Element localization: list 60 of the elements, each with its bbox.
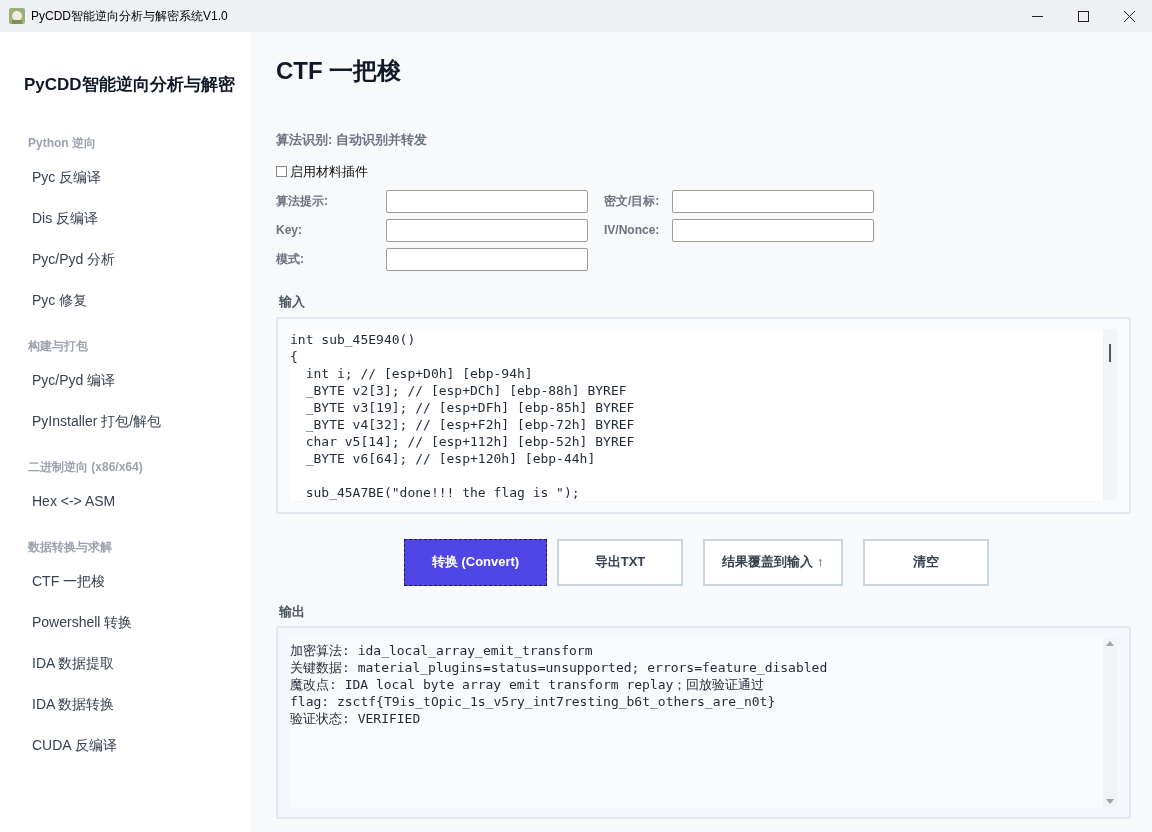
input-field[interactable] — [386, 248, 588, 271]
code-line: 魔改点: IDA local byte array emit transform replay；回放验证通过 — [290, 676, 766, 693]
field-label: 算法提示: — [276, 193, 329, 210]
sidebar-item[interactable]: IDA 数据提取 — [20, 646, 230, 680]
code-line: _BYTE v2[3]; // [esp+DCh] [ebp-88h] BYREF — [304, 381, 628, 399]
code-line: int sub_45E940() — [290, 330, 417, 348]
code-line: _BYTE v3[19]; // [esp+DFh] [ebp-85h] BYREF — [304, 398, 636, 416]
section-heading: 构建与打包 — [28, 337, 89, 355]
sidebar-item[interactable]: Pyc 反编译 — [20, 160, 230, 194]
sidebar-item[interactable]: Pyc/Pyd 分析 — [20, 242, 230, 276]
code-line: 验证状态: VERIFIED — [290, 710, 422, 727]
code-line: 关键数据: material_plugins=status=unsupported; errors=feature_disabled — [290, 659, 829, 676]
input-field[interactable] — [386, 219, 588, 242]
app-icon — [9, 8, 25, 24]
field-label: IV/Nonce: — [604, 222, 661, 239]
action-button[interactable]: 转换 (Convert) — [404, 538, 547, 586]
field-label: Key: — [276, 222, 303, 239]
scroll-down-icon[interactable] — [1106, 799, 1114, 805]
checkbox-label: 启用材料插件 — [290, 162, 368, 181]
checkbox[interactable] — [276, 165, 287, 177]
sidebar-item[interactable]: CTF 一把梭 — [20, 564, 230, 598]
sidebar-title: PyCDD智能逆向分析与解密 — [24, 74, 236, 96]
code-line: int i; // [esp+D0h] [ebp-94h] — [304, 364, 534, 382]
field-label: 模式: — [276, 251, 305, 268]
field-label: 密文/目标: — [604, 193, 661, 210]
action-button[interactable]: 清空 — [863, 538, 989, 586]
sidebar-item[interactable]: Dis 反编译 — [20, 201, 230, 235]
section-heading: 二进制逆向 (x86/x64) — [28, 458, 144, 476]
input-field[interactable] — [672, 219, 874, 242]
scrollbar[interactable] — [1103, 638, 1117, 807]
sidebar-item[interactable]: IDA 数据转换 — [20, 687, 230, 721]
section-heading: 数据转换与求解 — [28, 538, 113, 556]
section-label: 输出 — [279, 602, 306, 621]
scroll-up-icon[interactable] — [1106, 640, 1114, 646]
maximize-icon — [1077, 10, 1089, 22]
sidebar-item[interactable]: CUDA 反编译 — [20, 728, 230, 762]
input-field[interactable] — [386, 190, 588, 213]
sidebar-item[interactable]: PyInstaller 打包/解包 — [20, 404, 230, 438]
section-label: 输入 — [279, 293, 306, 311]
code-line: 加密算法: ida_local_array_emit_transform — [290, 642, 594, 659]
action-button[interactable]: 结果覆盖到输入 ↑ — [703, 538, 843, 586]
action-button[interactable]: 导出TXT — [557, 538, 683, 586]
code-line: _BYTE v6[64]; // [esp+120h] [ebp-44h] — [304, 449, 597, 467]
close-icon — [1123, 10, 1135, 22]
input-field[interactable] — [672, 190, 874, 213]
sidebar-item[interactable]: Pyc/Pyd 编译 — [20, 363, 230, 397]
scroll-thumb[interactable] — [1109, 343, 1111, 362]
window-title: PyCDD智能逆向分析与解密系统V1.0 — [31, 8, 228, 25]
sidebar-item[interactable]: Hex <-> ASM — [20, 484, 230, 518]
detection-label: 算法识别: 自动识别并转发 — [276, 131, 428, 149]
sidebar-item[interactable]: Pyc 修复 — [20, 283, 230, 317]
code-line: _BYTE v4[32]; // [esp+F2h] [ebp-72h] BYREF — [304, 415, 636, 433]
code-line: char v5[14]; // [esp+112h] [ebp-52h] BYREF — [304, 432, 636, 450]
sidebar-item[interactable]: Powershell 转换 — [20, 605, 230, 639]
code-line: { — [290, 347, 299, 365]
scrollbar[interactable] — [1103, 328, 1117, 500]
section-heading: Python 逆向 — [28, 134, 97, 152]
page-title: CTF 一把梭 — [276, 56, 403, 86]
code-line: flag: zsctf{T9is_tOpic_1s_v5ry_int7resting_b6t_others_are_n0t} — [290, 693, 777, 710]
code-line: sub_45A7BE("done!!! the flag is "); — [304, 483, 581, 500]
